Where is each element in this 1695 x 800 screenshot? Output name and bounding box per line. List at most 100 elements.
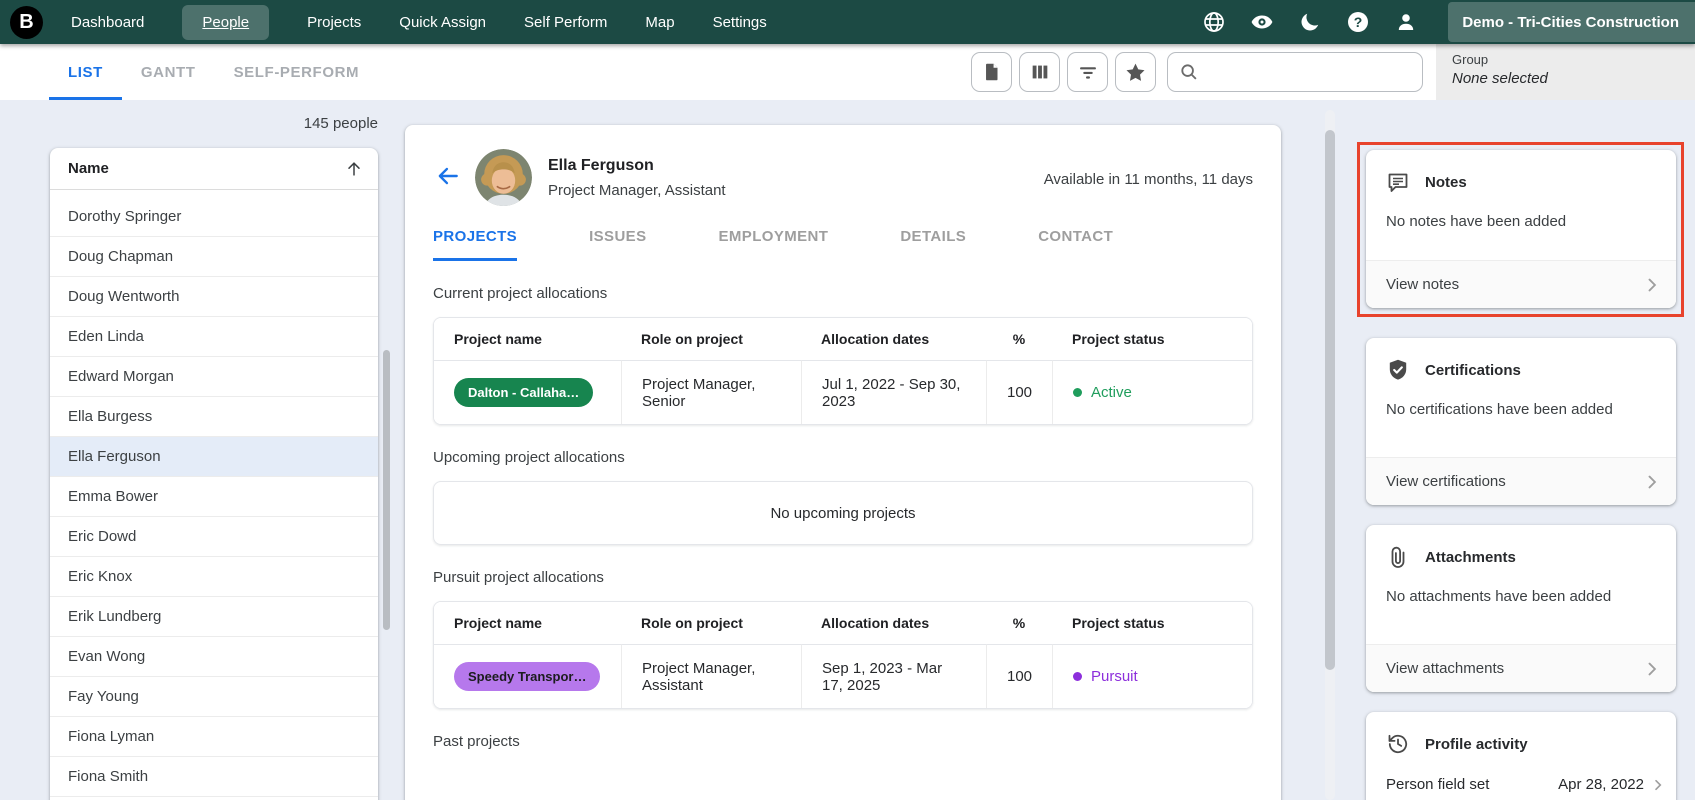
status-badge: Active — [1073, 384, 1132, 401]
attachments-title: Attachments — [1425, 548, 1516, 566]
favorite-icon — [1124, 61, 1147, 84]
column-header: Project name — [434, 602, 621, 644]
activity-label: Person field set — [1386, 776, 1490, 793]
top-nav: B Dashboard People Projects Quick Assign… — [0, 0, 1695, 44]
past-projects-label: Past projects — [433, 733, 520, 750]
notes-card: Notes No notes have been added View note… — [1366, 150, 1676, 308]
tab-list[interactable]: LIST — [49, 44, 122, 100]
sort-ascending-icon[interactable] — [344, 159, 364, 179]
column-header: Role on project — [621, 318, 801, 360]
nav-map[interactable]: Map — [645, 14, 674, 31]
list-item[interactable]: Doug Wentworth — [50, 277, 378, 317]
upcoming-empty-state: No upcoming projects — [433, 481, 1253, 545]
certifications-title: Certifications — [1425, 361, 1521, 379]
column-header: Project status — [1052, 318, 1252, 360]
history-icon — [1386, 732, 1410, 756]
column-header: Role on project — [621, 602, 801, 644]
list-item[interactable]: Fiona Lyman — [50, 717, 378, 757]
percent-cell: 100 — [986, 360, 1052, 424]
list-item[interactable]: Ella Burgess — [50, 397, 378, 437]
content-area: 145 people Name Dorothy Springer Doug Ch… — [0, 100, 1695, 800]
project-status-cell: Pursuit — [1052, 644, 1252, 708]
brand-logo[interactable]: B — [10, 5, 43, 39]
globe-icon[interactable] — [1202, 10, 1226, 34]
tab-projects[interactable]: PROJECTS — [433, 228, 518, 261]
tab-details[interactable]: DETAILS — [900, 228, 966, 261]
profile-activity-card-header: Profile activity — [1366, 712, 1676, 756]
list-item[interactable]: Fiona Smith — [50, 757, 378, 797]
list-item-selected[interactable]: Ella Ferguson — [50, 437, 378, 477]
nav-people[interactable]: People — [182, 4, 270, 40]
search-input[interactable] — [1206, 53, 1422, 91]
nav-settings[interactable]: Settings — [713, 14, 767, 31]
eye-icon[interactable] — [1250, 10, 1274, 34]
list-item[interactable]: Emma Bower — [50, 477, 378, 517]
list-item[interactable]: Doug Chapman — [50, 237, 378, 277]
column-header: Allocation dates — [801, 602, 986, 644]
project-pill[interactable]: Speedy Transpor… — [454, 662, 601, 691]
list-item[interactable]: Eric Knox — [50, 557, 378, 597]
people-list-header[interactable]: Name — [50, 148, 378, 190]
nav-self-perform[interactable]: Self Perform — [524, 14, 607, 31]
back-arrow-icon[interactable] — [435, 163, 461, 189]
project-name-cell: Dalton - Callaha… — [434, 360, 621, 424]
favorites-button[interactable] — [1115, 52, 1156, 92]
allocation-dates-cell: Jul 1, 2022 - Sep 30, 2023 — [801, 360, 986, 424]
tab-self-perform[interactable]: SELF-PERFORM — [215, 44, 379, 100]
people-list-panel: Name Dorothy Springer Doug Chapman Doug … — [50, 148, 378, 800]
list-item[interactable]: Eden Linda — [50, 317, 378, 357]
pursuit-allocations-label: Pursuit project allocations — [433, 569, 604, 586]
notes-empty-message: No notes have been added — [1386, 213, 1567, 230]
brand-letter: B — [19, 10, 34, 33]
group-selector[interactable]: Group None selected — [1436, 44, 1695, 100]
tab-gantt[interactable]: GANTT — [122, 44, 215, 100]
filter-button[interactable] — [1067, 52, 1108, 92]
notes-title: Notes — [1425, 173, 1467, 191]
help-icon[interactable]: ? — [1346, 10, 1370, 34]
profile-card: Ella Ferguson Project Manager, Assistant… — [405, 125, 1281, 800]
attachments-card-header: Attachments — [1366, 525, 1676, 569]
people-list-scrollbar[interactable] — [383, 350, 390, 630]
list-item[interactable]: Eric Dowd — [50, 517, 378, 557]
nav-quick-assign[interactable]: Quick Assign — [399, 14, 486, 31]
view-notes-button[interactable]: View notes — [1366, 260, 1676, 308]
name-column-header: Name — [68, 160, 109, 177]
profile-name-block: Ella Ferguson Project Manager, Assistant — [548, 149, 726, 199]
columns-button[interactable] — [1019, 52, 1060, 92]
activity-row[interactable]: Person field set Apr 28, 2022 — [1366, 756, 1676, 793]
group-value: None selected — [1452, 70, 1548, 87]
role-cell: Project Manager, Senior — [621, 360, 801, 424]
activity-date: Apr 28, 2022 — [1558, 776, 1644, 793]
account-icon[interactable] — [1394, 10, 1418, 34]
dark-mode-icon[interactable] — [1298, 10, 1322, 34]
view-certifications-button[interactable]: View certifications — [1366, 457, 1676, 505]
tab-contact[interactable]: CONTACT — [1038, 228, 1113, 261]
document-view-button[interactable] — [971, 52, 1012, 92]
column-header: Allocation dates — [801, 318, 986, 360]
project-pill[interactable]: Dalton - Callaha… — [454, 378, 594, 407]
nav-projects[interactable]: Projects — [307, 14, 361, 31]
tab-issues[interactable]: ISSUES — [589, 228, 646, 261]
main-scrollbar-thumb[interactable] — [1325, 130, 1335, 670]
status-label: Active — [1091, 384, 1132, 401]
list-item[interactable]: Evan Wong — [50, 637, 378, 677]
tab-employment[interactable]: EMPLOYMENT — [718, 228, 828, 261]
list-item[interactable]: Erik Lundberg — [50, 597, 378, 637]
column-header: % — [986, 602, 1052, 644]
nav-dashboard[interactable]: Dashboard — [71, 14, 144, 31]
chevron-right-icon — [1642, 275, 1662, 295]
main-scrollbar-track[interactable] — [1325, 110, 1335, 800]
availability-text: Available in 11 months, 11 days — [1043, 171, 1253, 188]
document-icon — [981, 61, 1003, 83]
main-nav: Dashboard People Projects Quick Assign S… — [71, 4, 767, 40]
group-label: Group — [1452, 52, 1489, 67]
view-attachments-button[interactable]: View attachments — [1366, 644, 1676, 692]
list-item[interactable]: Fay Young — [50, 677, 378, 717]
certifications-icon — [1386, 358, 1410, 382]
profile-activity-title: Profile activity — [1425, 735, 1528, 753]
list-item[interactable]: Dorothy Springer — [50, 197, 378, 237]
organization-selector[interactable]: Demo - Tri-Cities Construction — [1448, 2, 1695, 42]
list-item[interactable]: Edward Morgan — [50, 357, 378, 397]
secondary-toolbar: LIST GANTT SELF-PERFORM Group None selec… — [0, 44, 1695, 100]
avatar[interactable] — [475, 149, 532, 206]
